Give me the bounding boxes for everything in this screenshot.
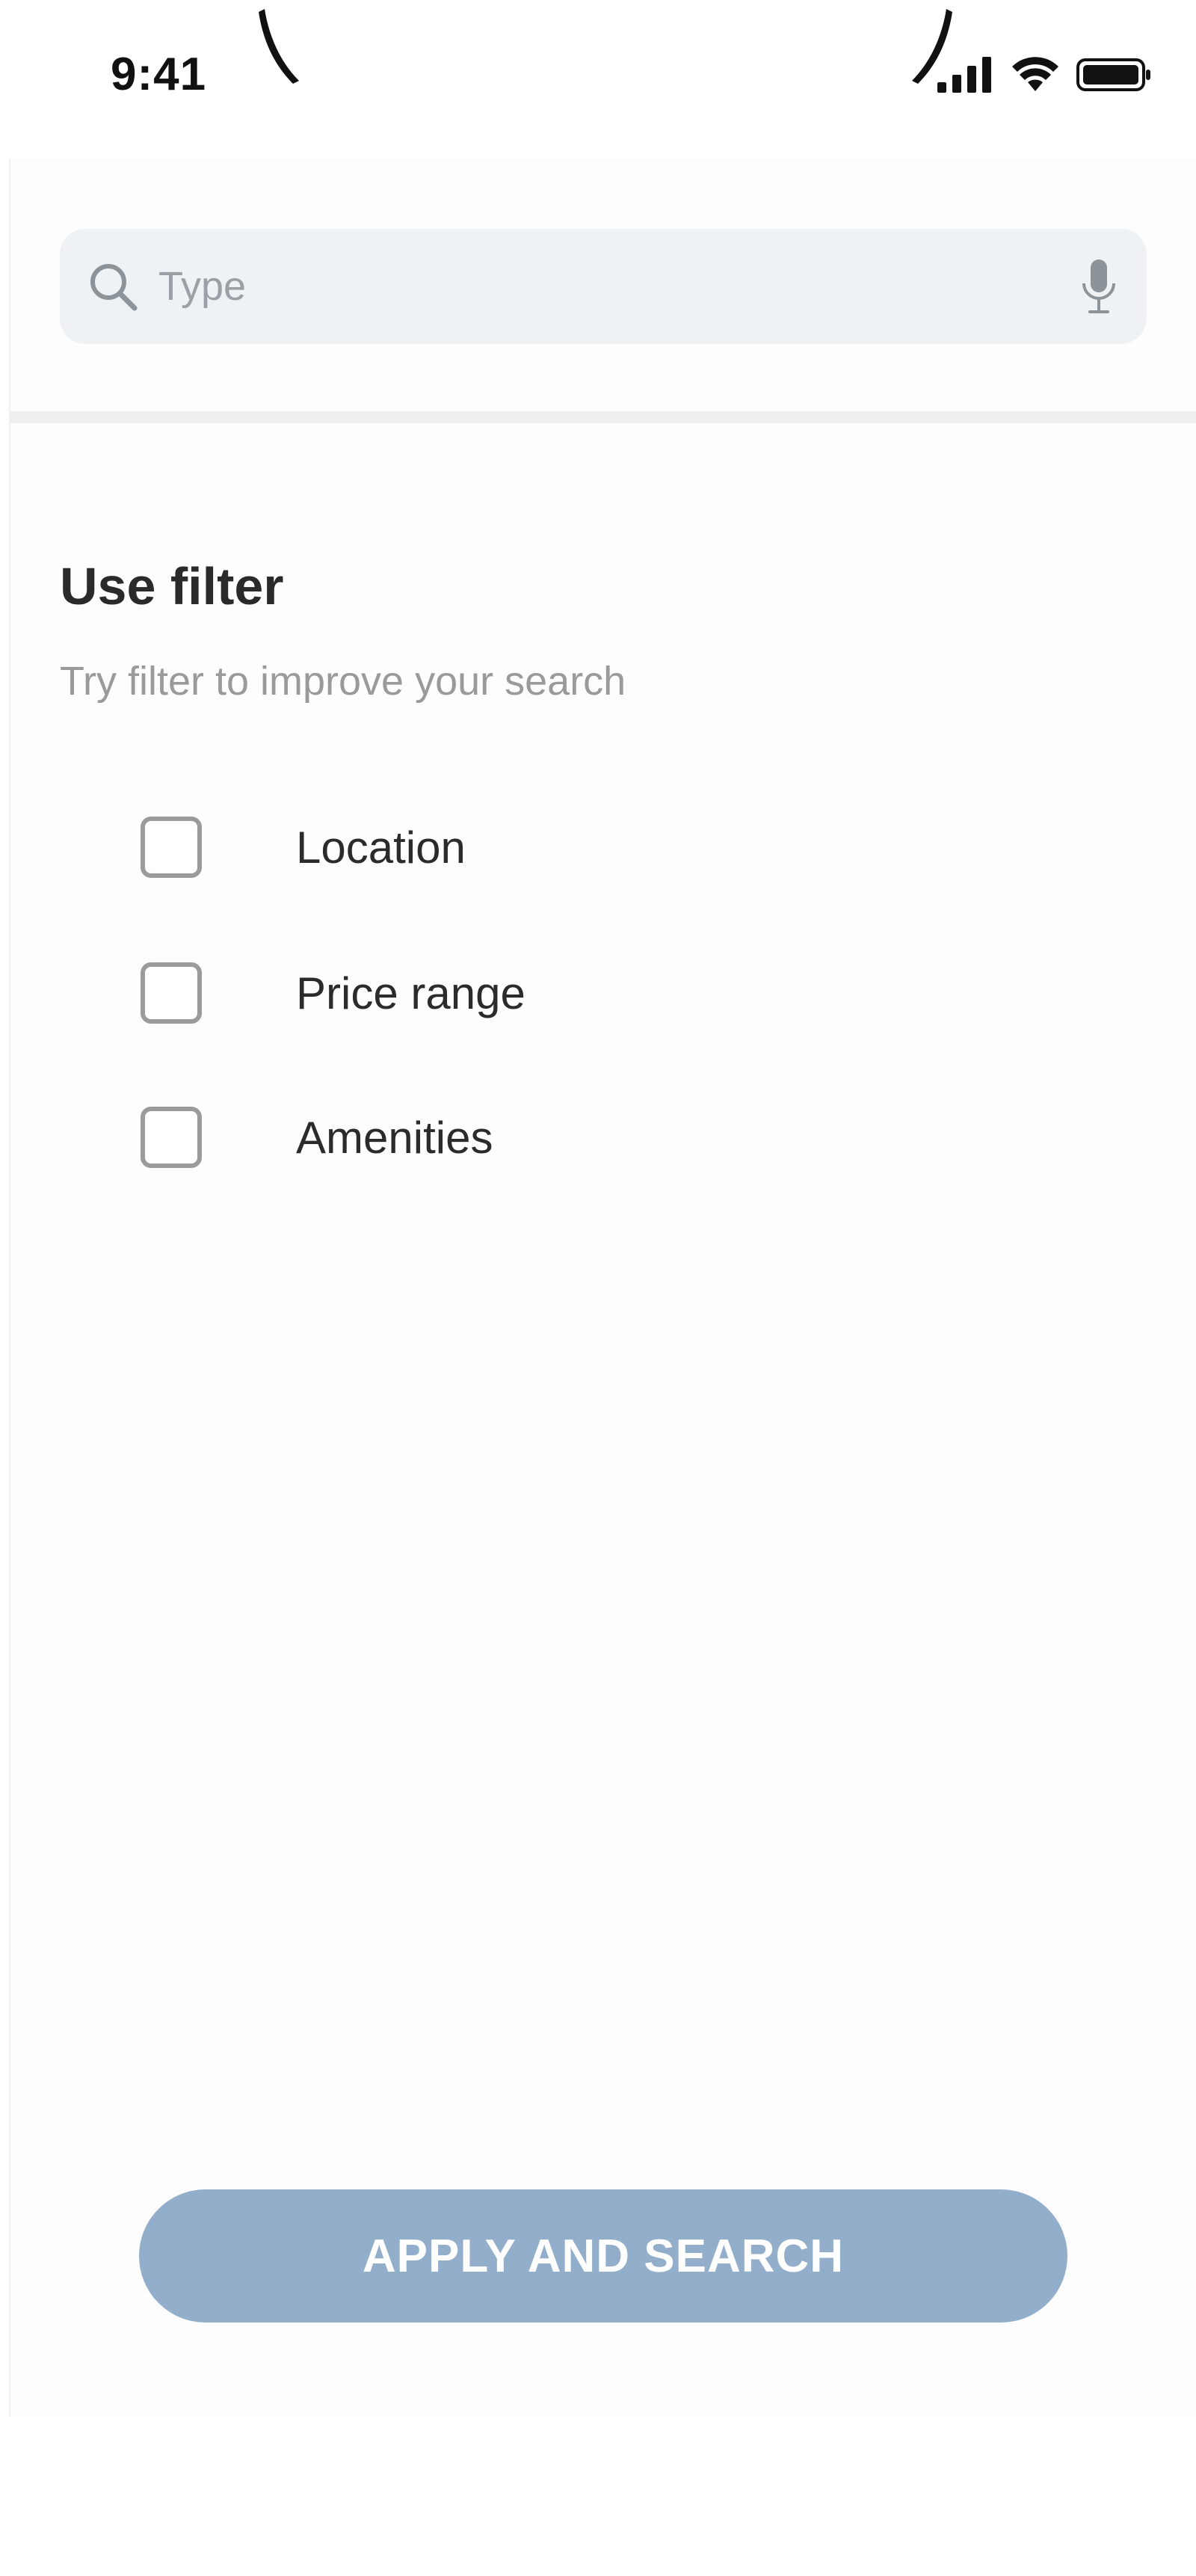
- section-divider: [10, 411, 1196, 423]
- status-time: 9:41: [111, 49, 207, 100]
- filter-option-amenities[interactable]: Amenities: [141, 1107, 493, 1168]
- filter-option-price-range[interactable]: Price range: [141, 962, 525, 1024]
- price-range-label: Price range: [296, 968, 525, 1018]
- price-range-checkbox[interactable]: [141, 962, 202, 1024]
- amenities-label: Amenities: [296, 1112, 493, 1163]
- cellular-signal-icon: [937, 57, 991, 93]
- amenities-checkbox[interactable]: [141, 1107, 202, 1168]
- wifi-icon: [1012, 57, 1058, 91]
- filter-title: Use filter: [60, 557, 284, 615]
- microphone-icon[interactable]: [1078, 258, 1120, 315]
- search-bar[interactable]: [60, 229, 1147, 344]
- battery-icon: [1076, 58, 1150, 91]
- status-icons: [937, 57, 1151, 93]
- filter-screen: Use filter Try filter to improve your se…: [9, 159, 1196, 2417]
- apply-and-search-button[interactable]: APPLY AND SEARCH: [139, 2189, 1067, 2323]
- filter-option-location[interactable]: Location: [141, 817, 466, 878]
- search-icon: [90, 264, 138, 311]
- camera-notch-left-icon: [259, 9, 299, 84]
- search-input[interactable]: [157, 248, 1078, 325]
- status-bar: 9:41: [0, 0, 1196, 150]
- location-label: Location: [296, 822, 466, 873]
- filter-subtitle: Try filter to improve your search: [60, 659, 626, 704]
- location-checkbox[interactable]: [141, 817, 202, 878]
